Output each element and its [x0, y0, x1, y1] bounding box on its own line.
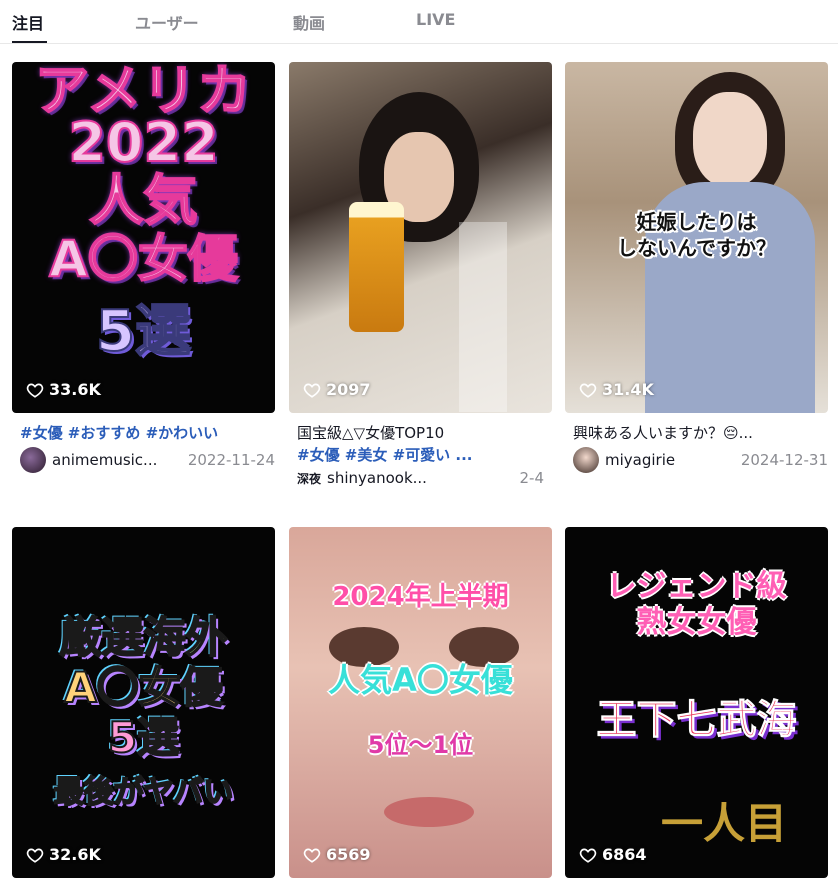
video-thumbnail[interactable]: 妊娠したりは しないんですか？ 31.4K — [565, 62, 828, 413]
heart-outline-icon — [303, 848, 321, 863]
video-thumbnail[interactable]: 2097 — [289, 62, 552, 413]
like-count: 6864 — [579, 845, 647, 864]
video-caption[interactable]: 興味ある人いますか？😔... — [565, 422, 828, 444]
post-date: 2022-11-24 — [187, 451, 275, 469]
video-tags[interactable]: #女優 #おすすめ #かわいい — [12, 422, 275, 444]
tab-featured[interactable]: 注目 — [12, 10, 44, 34]
overlay-text: 5選 — [107, 713, 180, 762]
video-caption[interactable]: 国宝級△▽女優TOP10 — [289, 422, 552, 444]
like-count-value: 6569 — [326, 845, 371, 864]
photo-light — [459, 222, 507, 412]
like-count-value: 32.6K — [49, 845, 101, 864]
overlay-text: 人気 — [89, 169, 199, 232]
overlay-text: 王下七武海 — [596, 697, 797, 743]
video-thumbnail[interactable]: 厳選海外 A〇女優 5選 最後がヤバい 32.6K — [12, 527, 275, 878]
like-count-value: 2097 — [326, 380, 371, 399]
overlay-text: しないんですか？ — [617, 236, 776, 260]
like-count: 33.6K — [26, 380, 101, 399]
like-count: 2097 — [303, 380, 371, 399]
channel-badge: 深夜 — [297, 471, 322, 486]
overlay-text: 熟女女優 — [636, 605, 757, 640]
heart-outline-icon — [579, 383, 597, 398]
video-meta: 深夜 shinyanook... 2-4 — [289, 469, 552, 487]
overlay-text: 2024年上半期 — [332, 582, 509, 612]
overlay-text: 5選 — [95, 299, 192, 364]
like-count: 6569 — [303, 845, 371, 864]
heart-outline-icon — [26, 383, 44, 398]
overlay-text: 5位〜1位 — [367, 731, 474, 759]
video-card: 妊娠したりは しないんですか？ 31.4K 興味ある人いますか？😔... miy… — [565, 62, 828, 473]
heart-outline-icon — [579, 848, 597, 863]
avatar[interactable] — [20, 447, 46, 473]
search-tabs: 注目 ユーザー 動画 LIVE — [0, 0, 838, 44]
like-count-value: 31.4K — [602, 380, 654, 399]
like-count-value: 6864 — [602, 845, 647, 864]
photo-lips — [384, 797, 474, 827]
video-meta: miyagirie 2024-12-31 — [565, 447, 828, 473]
heart-outline-icon — [26, 848, 44, 863]
like-count-value: 33.6K — [49, 380, 101, 399]
overlay-text: 一人目 — [661, 799, 788, 848]
video-card: レジェンド級 熟女女優 王下七武海 一人目 6864 — [565, 527, 828, 878]
username[interactable]: shinyanook... — [327, 469, 511, 487]
active-tab-indicator — [12, 41, 47, 43]
overlay-text: 2022 — [67, 111, 219, 174]
tab-live[interactable]: LIVE — [416, 10, 455, 29]
post-date: 2024-12-31 — [740, 451, 828, 469]
username[interactable]: animemusic... — [52, 451, 180, 469]
like-count: 31.4K — [579, 380, 654, 399]
like-count: 32.6K — [26, 845, 101, 864]
heart-outline-icon — [303, 383, 321, 398]
avatar[interactable] — [573, 447, 599, 473]
video-card: 厳選海外 A〇女優 5選 最後がヤバい 32.6K — [12, 527, 275, 878]
video-thumbnail[interactable]: レジェンド級 熟女女優 王下七武海 一人目 6864 — [565, 527, 828, 878]
tab-users[interactable]: ユーザー — [135, 10, 199, 34]
video-card: 2097 国宝級△▽女優TOP10 #女優 #美女 #可愛い ... 深夜 sh… — [289, 62, 552, 487]
beer-glass — [349, 202, 404, 332]
video-card: アメリカ 2022 人気 A〇女優 5選 33.6K #女優 #おすすめ #かわ… — [12, 62, 275, 473]
overlay-text: A〇女優 — [48, 230, 239, 288]
video-card: 2024年上半期 人気A〇女優 5位〜1位 6569 — [289, 527, 552, 878]
video-thumbnail[interactable]: アメリカ 2022 人気 A〇女優 5選 33.6K — [12, 62, 275, 413]
overlay-text: レジェンド級 — [606, 569, 787, 604]
overlay-text: 厳選海外 — [58, 613, 228, 662]
overlay-text: 人気A〇女優 — [328, 661, 513, 699]
post-date: 2-4 — [519, 469, 545, 487]
video-meta: animemusic... 2022-11-24 — [12, 447, 275, 473]
video-tags[interactable]: #女優 #美女 #可愛い ... — [289, 444, 552, 466]
overlay-text: 妊娠したりは — [636, 210, 757, 234]
photo-face — [693, 92, 767, 187]
video-thumbnail[interactable]: 2024年上半期 人気A〇女優 5位〜1位 6569 — [289, 527, 552, 878]
overlay-text: 最後がヤバい — [53, 775, 234, 810]
overlay-text: A〇女優 — [63, 663, 224, 712]
username[interactable]: miyagirie — [605, 451, 733, 469]
tab-videos[interactable]: 動画 — [293, 10, 325, 34]
